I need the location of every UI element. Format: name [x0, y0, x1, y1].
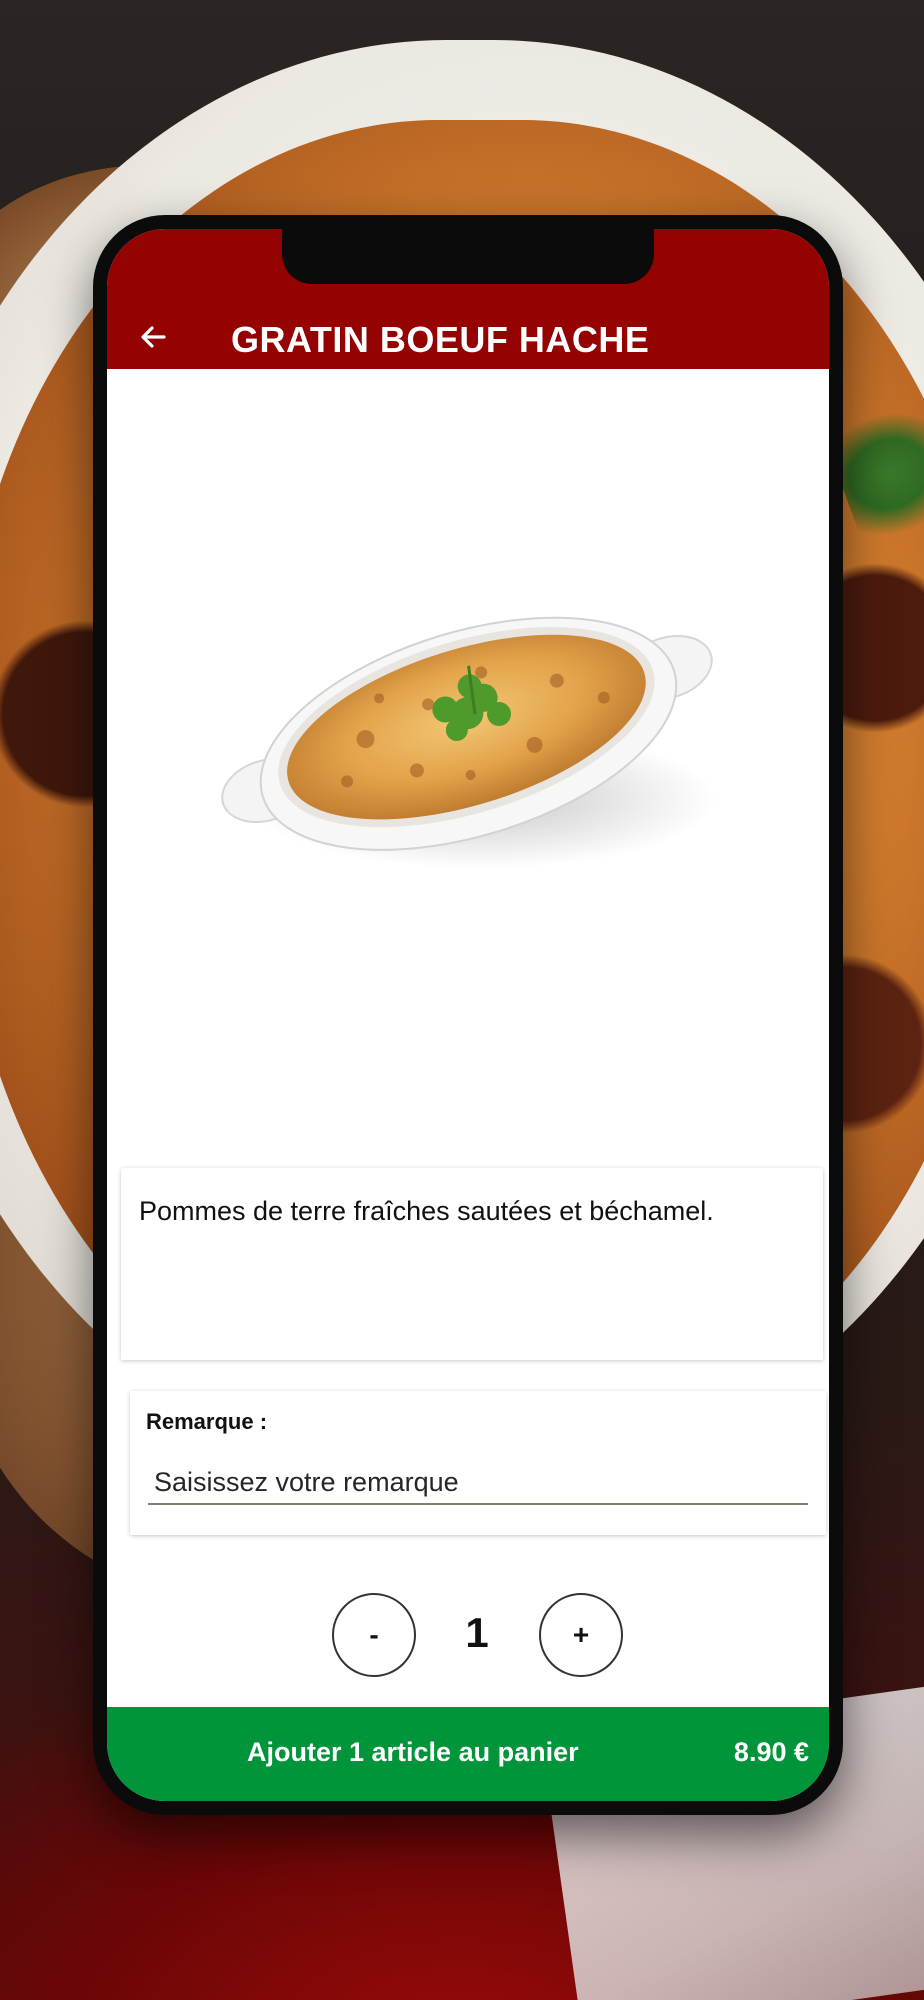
phone-notch: [282, 229, 654, 284]
add-to-cart-label: Ajouter 1 article au panier: [247, 1737, 579, 1767]
remark-input[interactable]: [148, 1461, 808, 1505]
remark-card: Remarque :: [130, 1391, 826, 1535]
quantity-increase-button[interactable]: +: [539, 1593, 623, 1677]
product-description: Pommes de terre fraîches sautées et béch…: [139, 1196, 714, 1226]
quantity-decrease-button[interactable]: -: [332, 1593, 416, 1677]
back-button[interactable]: [131, 315, 175, 359]
arrow-left-icon: [141, 326, 166, 348]
quantity-value: 1: [465, 1609, 489, 1656]
phone-frame: GRATIN BOEUF HACHE Pommes de terre fraîc…: [93, 215, 843, 1815]
page-title: GRATIN BOEUF HACHE: [231, 319, 650, 360]
product-image: [107, 369, 829, 1159]
phone-screen: GRATIN BOEUF HACHE Pommes de terre fraîc…: [107, 229, 829, 1801]
add-to-cart-button[interactable]: Ajouter 1 article au panier 8.90 €: [107, 1707, 829, 1801]
gratin-dish-image: [221, 616, 717, 869]
remark-label: Remarque :: [146, 1409, 268, 1434]
cart-price: 8.90 €: [733, 1737, 809, 1767]
description-card: Pommes de terre fraîches sautées et béch…: [121, 1168, 823, 1360]
